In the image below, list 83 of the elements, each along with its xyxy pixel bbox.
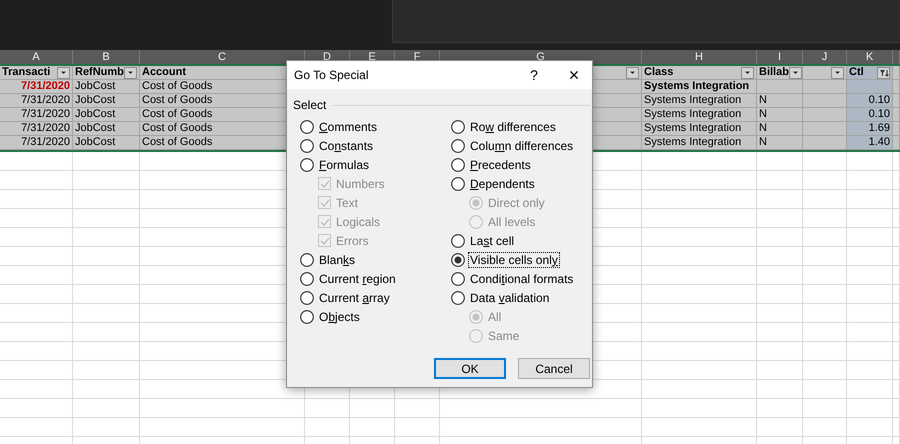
close-button[interactable]: × [567, 66, 581, 84]
option-label[interactable]: Row differences [468, 118, 558, 134]
caret-icon [834, 70, 841, 75]
radio-button[interactable] [451, 290, 465, 304]
radio-button[interactable] [451, 176, 465, 190]
filter-dropdown-button[interactable] [831, 66, 844, 78]
radio-button[interactable] [300, 310, 314, 324]
table-cell: 1.69 [847, 122, 893, 136]
ok-button[interactable]: OK [434, 358, 506, 379]
caret-icon [744, 70, 751, 75]
filter-dropdown-button[interactable] [788, 66, 802, 78]
option-label[interactable]: Current region [317, 270, 398, 286]
option-label[interactable]: Formulas [317, 156, 372, 172]
filter-arrow-icon [878, 68, 888, 76]
radio-button[interactable] [451, 158, 465, 172]
option-label[interactable]: Last cell [468, 232, 516, 248]
table-cell: Systems Integration [642, 80, 757, 94]
radio-button[interactable] [300, 272, 314, 286]
radio-button-selected[interactable] [451, 252, 465, 266]
header-cell: Transacti [0, 66, 73, 80]
table-cell: 7/31/2020 [0, 136, 73, 150]
column-letter[interactable]: J [803, 50, 847, 64]
filter-dropdown-button[interactable] [741, 66, 754, 78]
header-cell: Ctl [847, 66, 893, 80]
option-label[interactable]: Constants [317, 138, 376, 154]
table-cell: 7/31/2020 [0, 122, 73, 136]
table-cell: 7/31/2020 [0, 94, 73, 108]
table-cell: JobCost [73, 80, 140, 94]
column-letter[interactable]: B [73, 50, 140, 64]
table-cell: JobCost [73, 122, 140, 136]
table-cell: N [757, 94, 803, 108]
table-cell: Systems Integration [642, 108, 757, 122]
column-letter[interactable]: K [847, 50, 893, 64]
option-label[interactable]: Comments [317, 118, 380, 134]
caret-icon [60, 70, 67, 75]
table-cell: JobCost [73, 108, 140, 122]
column-letter[interactable]: I [757, 50, 803, 64]
table-cell: JobCost [73, 94, 140, 108]
option-label[interactable]: Current array [317, 290, 392, 306]
table-cell: JobCost [73, 136, 140, 150]
table-cell: 7/31/2020 [0, 108, 73, 122]
option-label[interactable]: Precedents [468, 156, 533, 172]
table-cell: N [757, 136, 803, 150]
radio-button[interactable] [451, 234, 465, 248]
filter-dropdown-button[interactable] [626, 66, 639, 78]
header-cell: Class [642, 66, 757, 80]
radio-button[interactable] [451, 120, 465, 134]
radio-button[interactable] [451, 272, 465, 286]
table-cell: Systems Integration [642, 136, 757, 150]
table-cell: 0.10 [847, 108, 893, 122]
radio-button[interactable] [300, 290, 314, 304]
radio-button[interactable] [300, 120, 314, 134]
header-cell: Billab [757, 66, 803, 80]
filter-dropdown-button[interactable] [124, 66, 137, 78]
option-label[interactable]: Blanks [317, 252, 358, 268]
option-label[interactable]: Dependents [468, 176, 537, 192]
option-label[interactable]: Objects [317, 308, 362, 324]
radio-button[interactable] [300, 252, 314, 266]
table-cell: 1.40 [847, 136, 893, 150]
help-button[interactable]: ? [527, 67, 541, 83]
caret-icon [792, 70, 799, 75]
table-cell: 7/31/2020 [0, 80, 73, 94]
filter-dropdown-button[interactable] [877, 66, 890, 78]
table-cell: N [757, 122, 803, 136]
table-cell: N [757, 108, 803, 122]
table-cell: Systems Integration [642, 122, 757, 136]
column-letter[interactable]: H [642, 50, 757, 64]
caret-icon [127, 70, 134, 75]
table-cell: 0.10 [847, 94, 893, 108]
column-letter[interactable]: A [0, 50, 73, 64]
table-cell: Systems Integration [642, 94, 757, 108]
option-label[interactable]: Column differences [468, 138, 576, 154]
radio-button[interactable] [451, 138, 465, 152]
cancel-button[interactable]: Cancel [518, 358, 590, 379]
option-label[interactable]: Data validation [468, 290, 552, 306]
option-label[interactable]: Conditional formats [468, 270, 576, 286]
dialog-title: Go To Special [294, 68, 370, 82]
radio-button[interactable] [300, 138, 314, 152]
caret-icon [629, 70, 636, 75]
filter-dropdown-button[interactable] [57, 66, 70, 78]
header-cell: RefNumb [73, 66, 140, 80]
option-label[interactable]: Visible cells only [468, 252, 560, 268]
radio-button[interactable] [300, 158, 314, 172]
